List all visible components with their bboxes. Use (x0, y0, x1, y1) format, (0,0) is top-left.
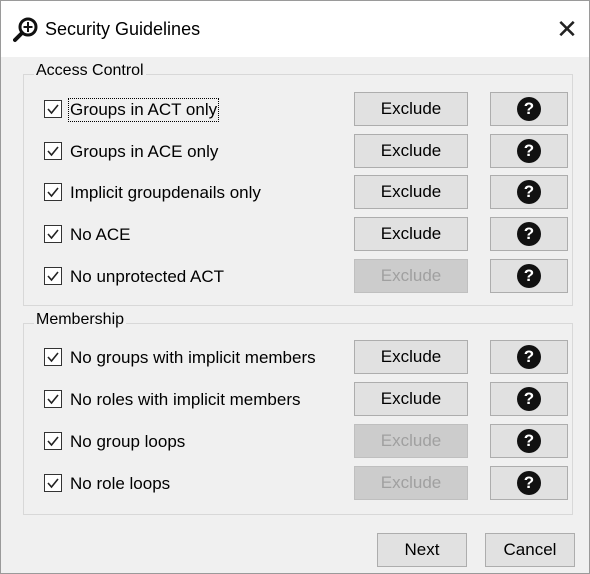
checkbox-groups-in-act-only[interactable] (44, 100, 62, 118)
list-item: Groups in ACT only Exclude ? (24, 92, 572, 128)
row-label: No group loops (70, 432, 186, 451)
row-label: Implicit groupdenails only (70, 183, 261, 202)
exclude-button-disabled: Exclude (354, 259, 468, 293)
list-item: No group loops Exclude ? (24, 424, 572, 460)
help-button[interactable]: ? (490, 340, 568, 374)
help-icon: ? (517, 470, 541, 495)
checkbox-groups-in-ace-only[interactable] (44, 142, 62, 160)
help-button[interactable]: ? (490, 424, 568, 458)
exclude-button[interactable]: Exclude (354, 134, 468, 168)
checkmark-icon (47, 229, 59, 240)
title-bar: Security Guidelines ✕ (1, 1, 589, 57)
exclude-button[interactable]: Exclude (354, 217, 468, 251)
checkbox-no-group-loops[interactable] (44, 432, 62, 450)
row-label: Groups in ACT only (67, 98, 220, 122)
help-icon: ? (517, 263, 541, 288)
list-item: No roles with implicit members Exclude ? (24, 382, 572, 418)
list-item: No role loops Exclude ? (24, 466, 572, 502)
help-button[interactable]: ? (490, 217, 568, 251)
security-guidelines-dialog: Security Guidelines ✕ Access Control Gro… (0, 0, 590, 574)
exclude-button[interactable]: Exclude (354, 340, 468, 374)
help-icon: ? (517, 221, 541, 246)
window-title: Security Guidelines (45, 19, 201, 39)
list-item: Groups in ACE only Exclude ? (24, 134, 572, 170)
access-control-label: Access Control (34, 62, 146, 80)
checkmark-icon (47, 187, 59, 198)
help-icon: ? (517, 386, 541, 411)
help-button[interactable]: ? (490, 466, 568, 500)
checkbox-no-ace[interactable] (44, 225, 62, 243)
row-label: No role loops (70, 474, 171, 493)
checkmark-icon (47, 146, 59, 157)
help-button[interactable]: ? (490, 134, 568, 168)
exclude-button[interactable]: Exclude (354, 92, 468, 126)
checkmark-icon (47, 271, 59, 282)
exclude-button-disabled: Exclude (354, 466, 468, 500)
row-label: No roles with implicit members (70, 390, 301, 409)
magnifier-shield-icon (13, 17, 38, 42)
help-icon: ? (517, 96, 541, 121)
exclude-button-disabled: Exclude (354, 424, 468, 458)
help-button[interactable]: ? (490, 382, 568, 416)
help-icon: ? (517, 179, 541, 204)
access-control-group: Access Control Groups in ACT only Exclud… (23, 62, 573, 306)
next-button[interactable]: Next (377, 533, 467, 567)
row-label: No groups with implicit members (70, 348, 316, 367)
list-item: No ACE Exclude ? (24, 217, 572, 253)
checkbox-implicit-groupdenails-only[interactable] (44, 183, 62, 201)
checkbox-no-roles-with-implicit-members[interactable] (44, 390, 62, 408)
exclude-button[interactable]: Exclude (354, 175, 468, 209)
row-label: No ACE (70, 225, 131, 244)
checkmark-icon (47, 352, 59, 363)
help-icon: ? (517, 138, 541, 163)
checkmark-icon (47, 478, 59, 489)
help-button[interactable]: ? (490, 92, 568, 126)
list-item: No groups with implicit members Exclude … (24, 340, 572, 376)
checkmark-icon (47, 104, 59, 115)
checkbox-no-unprotected-act[interactable] (44, 267, 62, 285)
checkmark-icon (47, 436, 59, 447)
cancel-button[interactable]: Cancel (485, 533, 575, 567)
membership-label: Membership (34, 311, 127, 329)
row-label: No unprotected ACT (70, 267, 225, 286)
membership-group: Membership No groups with implicit membe… (23, 311, 573, 515)
row-label: Groups in ACE only (70, 142, 219, 161)
list-item: No unprotected ACT Exclude ? (24, 259, 572, 295)
list-item: Implicit groupdenails only Exclude ? (24, 175, 572, 211)
checkbox-no-groups-with-implicit-members[interactable] (44, 348, 62, 366)
help-icon: ? (517, 428, 541, 453)
exclude-button[interactable]: Exclude (354, 382, 468, 416)
checkmark-icon (47, 394, 59, 405)
checkbox-no-role-loops[interactable] (44, 474, 62, 492)
close-button[interactable]: ✕ (549, 11, 585, 47)
help-icon: ? (517, 344, 541, 369)
help-button[interactable]: ? (490, 175, 568, 209)
help-button[interactable]: ? (490, 259, 568, 293)
